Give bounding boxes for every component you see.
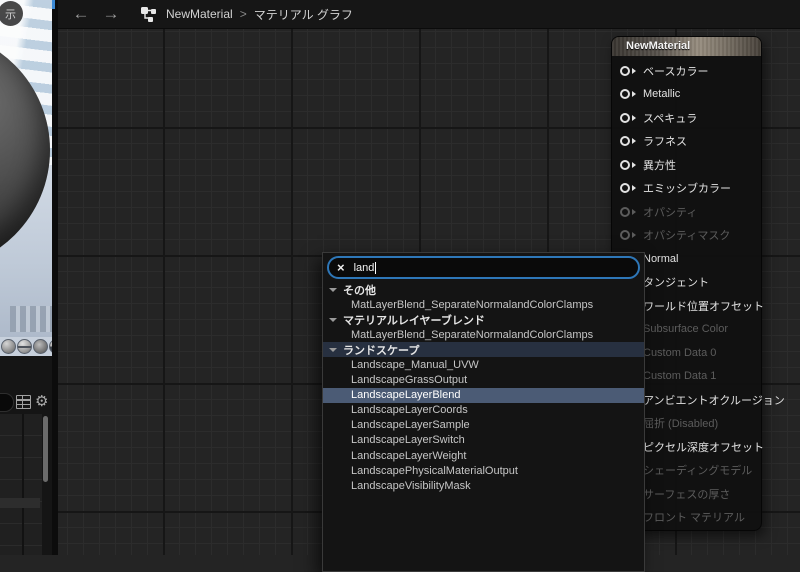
result-item[interactable]: LandscapePhysicalMaterialOutput <box>323 463 644 478</box>
pin-circle-icon <box>620 89 630 100</box>
column-view-icon[interactable] <box>16 395 31 409</box>
pin-label: ラフネス <box>643 136 687 149</box>
chevron-down-icon <box>329 317 337 322</box>
pin-arrow-icon <box>632 67 636 74</box>
node-title-bar[interactable]: NewMaterial <box>612 37 761 56</box>
result-item[interactable]: LandscapeLayerSwitch <box>323 433 644 448</box>
pin-label: シェーディングモデル <box>643 465 753 478</box>
pin-label: Metallic <box>643 88 681 101</box>
pin-circle-icon <box>620 159 630 170</box>
result-item[interactable]: LandscapeGrassOutput <box>323 373 644 388</box>
environment-building-image <box>10 306 52 332</box>
pin-circle-icon <box>620 230 630 241</box>
details-search-input[interactable] <box>0 393 14 412</box>
pin-label: 異方性 <box>643 159 676 172</box>
node-search-popup: × land その他 MatLayerBlend_SeparateNormalan… <box>322 252 645 572</box>
material-output-pin[interactable]: Metallic <box>612 83 761 107</box>
pin-arrow-icon <box>632 232 636 239</box>
pin-arrow-icon <box>632 161 636 168</box>
pin-label: フロント マテリアル <box>643 512 745 525</box>
result-item[interactable]: LandscapeLayerWeight <box>323 448 644 463</box>
pin-label: ワールド位置オフセット <box>643 300 764 313</box>
material-preview-viewport[interactable]: 示 <box>0 0 52 356</box>
pin-label: タンジェント <box>643 277 709 290</box>
material-output-pin[interactable]: 異方性 <box>612 153 761 177</box>
pin-arrow-icon <box>632 91 636 98</box>
pin-arrow-icon <box>632 114 636 121</box>
pin-circle-icon <box>620 65 630 76</box>
panel-focus-accent <box>52 0 55 9</box>
result-category-header[interactable]: ランドスケープ <box>323 342 644 358</box>
result-item[interactable]: LandscapeLayerSample <box>323 418 644 433</box>
result-item[interactable]: MatLayerBlend_SeparateNormalandColorClam… <box>323 297 644 312</box>
node-search-input[interactable]: × land <box>327 256 640 279</box>
pin-label: オパシティ <box>643 206 698 219</box>
material-output-pin[interactable]: スペキュラ <box>612 106 761 130</box>
material-output-pin[interactable]: オパシティマスク <box>612 224 761 248</box>
pin-label: エミッシブカラー <box>643 183 731 196</box>
breadcrumb-current: マテリアル グラフ <box>253 7 353 22</box>
pin-label: サーフェスの厚さ <box>643 488 731 501</box>
result-item[interactable]: LandscapeVisibilityMask <box>323 478 644 493</box>
pin-circle-icon <box>620 206 630 217</box>
preview-shape-toolbar <box>0 337 52 356</box>
material-output-pin[interactable]: オパシティ <box>612 200 761 224</box>
material-output-pin[interactable]: エミッシブカラー <box>612 177 761 201</box>
category-label: マテリアルレイヤーブレンド <box>343 314 485 327</box>
pin-label: アンビエントオクルージョン <box>643 394 785 407</box>
pin-arrow-icon <box>632 138 636 145</box>
search-result-list: その他 MatLayerBlend_SeparateNormalandColorC… <box>323 282 644 493</box>
pin-label: オパシティマスク <box>643 230 731 243</box>
pin-label: Custom Data 1 <box>643 370 717 383</box>
chevron-down-icon <box>329 347 337 352</box>
pin-arrow-icon <box>632 208 636 215</box>
category-label: ランドスケープ <box>343 344 420 357</box>
pin-label: ベースカラー <box>643 65 709 78</box>
result-item[interactable]: MatLayerBlend_SeparateNormalandColorClam… <box>323 327 644 342</box>
details-property-table[interactable] <box>0 414 42 555</box>
material-output-pin[interactable]: ラフネス <box>612 130 761 154</box>
pin-circle-icon <box>620 183 630 194</box>
result-category-header[interactable]: マテリアルレイヤーブレンド <box>323 312 644 327</box>
pin-circle-icon <box>620 112 630 123</box>
result-category-header[interactable]: その他 <box>323 282 644 297</box>
pin-label: ピクセル深度オフセット <box>643 441 764 454</box>
table-row <box>0 498 40 508</box>
pin-label: Custom Data 0 <box>643 346 717 359</box>
result-item[interactable]: LandscapeLayerCoords <box>323 403 644 418</box>
search-row: × land <box>323 253 644 281</box>
forward-arrow-icon[interactable]: → <box>96 0 126 28</box>
pin-label: 屈折 (Disabled) <box>643 418 719 431</box>
graph-toolbar: ← → NewMaterial > マテリアル グラフ <box>58 0 800 29</box>
cylinder-preview-button[interactable] <box>1 339 16 354</box>
pin-label: スペキュラ <box>643 112 698 125</box>
pin-circle-icon <box>620 136 630 147</box>
material-output-pin[interactable]: ベースカラー <box>612 59 761 83</box>
chevron-down-icon <box>329 287 337 292</box>
breadcrumb-root[interactable]: NewMaterial <box>166 7 233 21</box>
pin-label: Subsurface Color <box>643 323 728 336</box>
gear-icon[interactable]: ⚙ <box>35 392 48 410</box>
graph-node-icon <box>141 7 156 22</box>
category-label: その他 <box>343 284 376 297</box>
details-scrollbar[interactable] <box>43 416 48 482</box>
pin-label: Normal <box>643 252 679 265</box>
breadcrumb-separator-icon: > <box>239 7 247 21</box>
result-item[interactable]: Landscape_Manual_UVW <box>323 357 644 372</box>
clear-search-icon[interactable]: × <box>337 261 345 274</box>
result-item[interactable]: LandscapeLayerBlend <box>323 387 644 403</box>
search-text: land <box>353 261 375 274</box>
cube-preview-button[interactable] <box>33 339 48 354</box>
panel-splitter[interactable] <box>52 0 58 555</box>
plane-preview-button[interactable] <box>17 339 32 354</box>
pin-arrow-icon <box>632 185 636 192</box>
text-caret <box>375 261 377 274</box>
details-panel: ⚙ <box>0 356 52 555</box>
back-arrow-icon[interactable]: ← <box>66 0 96 28</box>
